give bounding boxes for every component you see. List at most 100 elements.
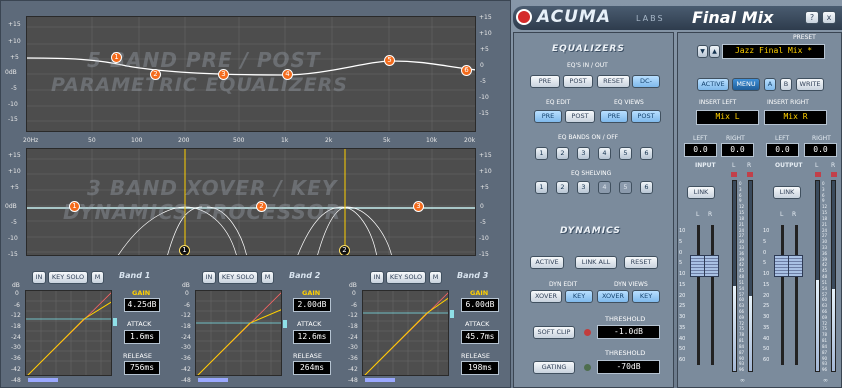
band-1-attack-value[interactable]: 1.6ms [124, 330, 160, 344]
eq-post-button[interactable]: POST [563, 75, 593, 88]
band-2-gain-value[interactable]: 2.00dB [293, 298, 331, 312]
eq-node-1[interactable]: 1 [111, 52, 122, 63]
dyn-active-button[interactable]: ACTIVE [530, 256, 564, 269]
output-link-button[interactable]: LINK [773, 186, 801, 199]
insert-left-value[interactable]: Mix L [696, 110, 759, 125]
band-2-mute-button[interactable]: M [261, 271, 274, 284]
soft-clip-button[interactable]: SOFT CLIP [533, 326, 575, 339]
key-node-2[interactable]: 2 [339, 245, 350, 255]
eq-node-4[interactable]: 4 [282, 69, 293, 80]
preset-name[interactable]: Jazz Final Mix * [722, 44, 825, 59]
insert-right-value[interactable]: Mix R [764, 110, 827, 125]
eq-band-6-button[interactable]: 6 [640, 147, 653, 160]
close-button[interactable]: x [822, 11, 836, 24]
input-fader-r[interactable] [704, 255, 719, 277]
band-1-release-value[interactable]: 756ms [124, 361, 160, 375]
band-3-mute-button[interactable]: M [429, 271, 442, 284]
eq-band-4-button[interactable]: 4 [598, 147, 611, 160]
xover-graph[interactable]: 3 BAND XOVER / KEY DYNAMICS PROCESSOR 1 … [26, 148, 476, 256]
band-1-gain-value[interactable]: 4.25dB [124, 298, 160, 312]
band-2-threshold-marker[interactable] [283, 320, 287, 328]
gating-value[interactable]: -70dB [597, 360, 660, 374]
band-1-in-button[interactable]: IN [32, 271, 46, 284]
input-clip-led-r [747, 172, 753, 177]
key-node-1[interactable]: 1 [179, 245, 190, 255]
eq-node-2[interactable]: 2 [150, 69, 161, 80]
eq-pre-button[interactable]: PRE [530, 75, 560, 88]
band-1-scroll[interactable] [28, 378, 58, 382]
eq-node-6[interactable]: 6 [461, 65, 472, 76]
eq-shelf-5-button[interactable]: 5 [619, 181, 632, 194]
scale-tick: 20 [763, 292, 770, 299]
eq-edit-pre-button[interactable]: PRE [534, 110, 562, 123]
preset-next-button[interactable]: ▲ [709, 45, 720, 58]
scale-tick: 45 [739, 268, 745, 274]
eq-band-1-button[interactable]: 1 [535, 147, 548, 160]
band-2-scroll[interactable] [198, 378, 228, 382]
dyn-link-all-button[interactable]: LINK ALL [575, 256, 617, 269]
dyn-edit-xover-button[interactable]: XOVER [530, 290, 562, 303]
eq-band-3-button[interactable]: 3 [577, 147, 590, 160]
gating-button[interactable]: GATING [533, 361, 575, 374]
band-3-release-value[interactable]: 198ms [461, 361, 499, 375]
band-3-title: Band 3 [457, 271, 489, 280]
band-2-attack-value[interactable]: 12.6ms [293, 330, 331, 344]
scale-tick: 35 [763, 324, 770, 331]
band-2-in-button[interactable]: IN [202, 271, 216, 284]
scale-tick: 48 [822, 274, 828, 280]
band-3-threshold-marker[interactable] [450, 310, 454, 318]
dyn-views-xover-button[interactable]: XOVER [597, 290, 629, 303]
scale-tick: 78 [739, 332, 745, 338]
eq-reset-button[interactable]: RESET [597, 75, 630, 88]
soft-clip-value[interactable]: -1.0dB [597, 325, 660, 339]
input-meter-scale: 0 3 6 9 12 15 18 21 24 27 30 33 36 39 42 45 48 51 54 57 60 63… [739, 181, 748, 373]
eq-node-3[interactable]: 3 [218, 69, 229, 80]
eq-graph[interactable]: 5 BAND PRE / POST PARAMETRIC EQUALIZERS … [26, 16, 476, 132]
scale-tick: 10 [763, 228, 770, 234]
band-1-transfer-graph[interactable] [25, 290, 112, 376]
band-1-mute-button[interactable]: M [91, 271, 104, 284]
eq-node-5[interactable]: 5 [384, 55, 395, 66]
band-1-key-solo-button[interactable]: KEY SOLO [48, 271, 88, 284]
eq-band-5-button[interactable]: 5 [619, 147, 632, 160]
help-button[interactable]: ? [805, 11, 819, 24]
menu-button[interactable]: MENU [732, 78, 760, 91]
xover-node-3[interactable]: 3 [413, 201, 424, 212]
eq-shelf-6-button[interactable]: 6 [640, 181, 653, 194]
eq-shelf-4-button[interactable]: 4 [598, 181, 611, 194]
band-3-key-solo-button[interactable]: KEY SOLO [386, 271, 426, 284]
preset-prev-button[interactable]: ▼ [697, 45, 708, 58]
band-3-transfer-graph[interactable] [362, 290, 449, 376]
band-2-transfer-graph[interactable] [195, 290, 282, 376]
input-link-button[interactable]: LINK [687, 186, 715, 199]
a-button[interactable]: A [764, 78, 776, 91]
output-fader-r[interactable] [788, 255, 803, 277]
dyn-views-key-button[interactable]: KEY [632, 290, 660, 303]
band-2-release-value[interactable]: 264ms [293, 361, 331, 375]
eq-views-post-button[interactable]: POST [631, 110, 661, 123]
scale-tick: 6 [739, 192, 742, 198]
band-3-in-button[interactable]: IN [370, 271, 384, 284]
eq-views-pre-button[interactable]: PRE [600, 110, 628, 123]
b-button[interactable]: B [780, 78, 792, 91]
band-3-gain-value[interactable]: 6.00dB [461, 298, 499, 312]
band-1-threshold-marker[interactable] [113, 318, 117, 326]
dyn-reset-button[interactable]: RESET [624, 256, 658, 269]
eq-shelf-2-button[interactable]: 2 [556, 181, 569, 194]
output-fader-l[interactable] [774, 255, 789, 277]
dyn-edit-key-button[interactable]: KEY [565, 290, 593, 303]
input-fader-l[interactable] [690, 255, 705, 277]
eq-shelf-3-button[interactable]: 3 [577, 181, 590, 194]
eq-shelf-1-button[interactable]: 1 [535, 181, 548, 194]
xover-node-2[interactable]: 2 [256, 201, 267, 212]
band-3-scroll[interactable] [365, 378, 395, 382]
eq-band-2-button[interactable]: 2 [556, 147, 569, 160]
xover-node-1[interactable]: 1 [69, 201, 80, 212]
eq-edit-post-button[interactable]: POST [565, 110, 595, 123]
write-button[interactable]: WRITE [796, 78, 824, 91]
band-2-key-solo-button[interactable]: KEY SOLO [218, 271, 258, 284]
active-button[interactable]: ACTIVE [697, 78, 729, 91]
scale-tick: 48 [739, 274, 745, 280]
band-3-attack-value[interactable]: 45.7ms [461, 330, 499, 344]
eq-dc-button[interactable]: DC- [632, 75, 660, 88]
